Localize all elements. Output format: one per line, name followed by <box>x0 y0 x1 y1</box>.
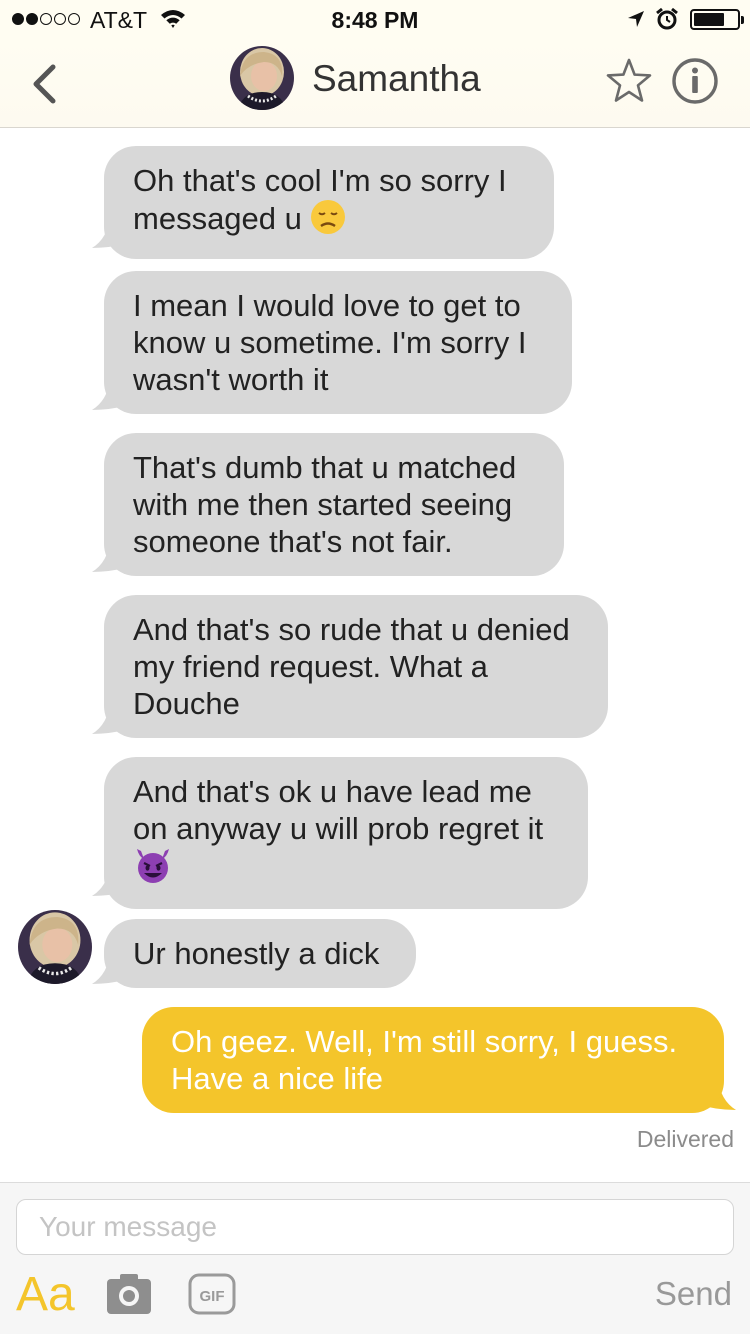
gif-icon: GIF <box>188 1273 236 1315</box>
message-text: I mean I would love to get to know u som… <box>133 288 527 397</box>
sender-photo <box>18 910 92 984</box>
message-text: Ur honestly a dick <box>133 936 380 971</box>
contact-avatar[interactable] <box>230 46 294 110</box>
message-text: And that's ok u have lead me on anyway u… <box>133 774 544 846</box>
message-text: That's dumb that u matched with me then … <box>133 450 517 559</box>
incoming-message[interactable]: That's dumb that u matched with me then … <box>104 433 564 576</box>
sender-avatar[interactable] <box>18 910 92 984</box>
back-button[interactable] <box>24 60 64 108</box>
message-text: And that's so rude that u denied my frie… <box>133 612 570 721</box>
incoming-message[interactable]: Oh that's cool I'm so sorry I messaged u <box>104 146 554 259</box>
message-composer: Aa GIF Send <box>0 1182 750 1334</box>
incoming-message[interactable]: And that's ok u have lead me on anyway u… <box>104 757 588 909</box>
font-button[interactable]: Aa <box>16 1267 75 1322</box>
incoming-message[interactable]: I mean I would love to get to know u som… <box>104 271 572 414</box>
contact-photo <box>230 46 294 110</box>
smiling-devil-emoji <box>133 847 173 893</box>
info-button[interactable] <box>670 56 720 106</box>
star-icon <box>606 58 652 102</box>
delivery-status: Delivered <box>636 1126 734 1152</box>
gif-button[interactable]: GIF <box>188 1273 236 1315</box>
incoming-message[interactable]: And that's so rude that u denied my frie… <box>104 595 608 738</box>
favorite-button[interactable] <box>604 56 654 106</box>
alarm-icon <box>656 7 678 30</box>
back-chevron-icon <box>33 64 56 104</box>
conversation-header: Samantha <box>0 40 750 128</box>
message-input[interactable] <box>16 1199 734 1255</box>
gif-label: GIF <box>200 1288 225 1305</box>
camera-button[interactable] <box>106 1273 152 1315</box>
status-bar: AT&T 8:48 PM <box>0 0 750 40</box>
info-icon <box>672 58 718 104</box>
incoming-message[interactable]: Ur honestly a dick <box>104 919 416 988</box>
message-text: Oh geez. Well, I'm still sorry, I guess.… <box>171 1024 678 1096</box>
camera-icon <box>107 1274 151 1314</box>
outgoing-message[interactable]: Oh geez. Well, I'm still sorry, I guess.… <box>142 1007 724 1113</box>
disappointed-face-emoji <box>310 199 346 243</box>
contact-name[interactable]: Samantha <box>312 58 481 100</box>
battery-icon <box>690 9 744 30</box>
send-button[interactable]: Send <box>655 1275 732 1313</box>
location-icon <box>628 11 644 27</box>
